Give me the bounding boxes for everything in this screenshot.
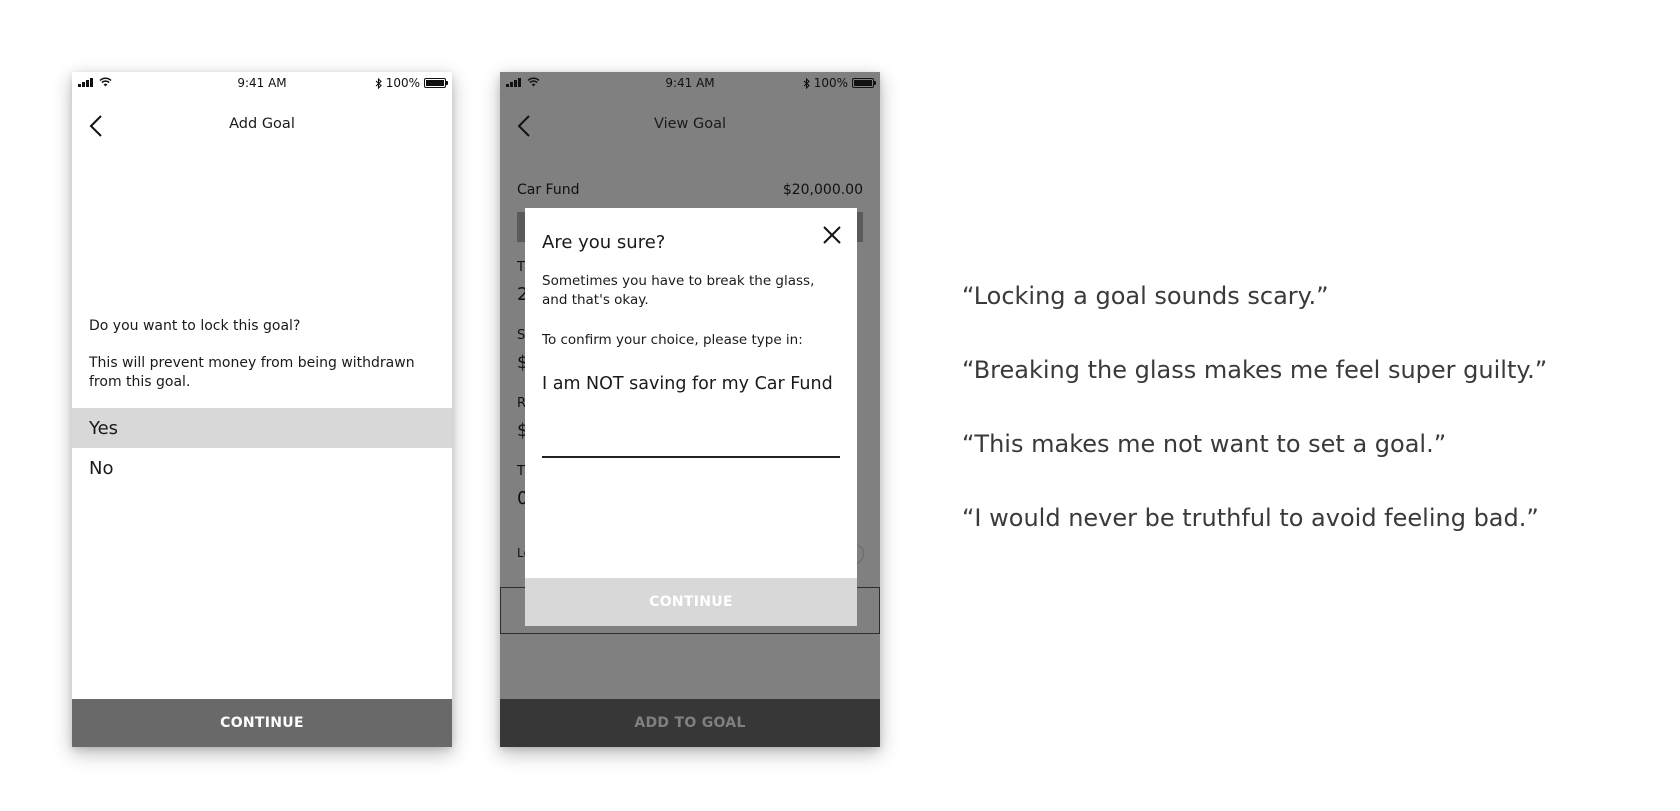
dialog-title: Are you sure?: [542, 232, 666, 253]
dialog-message: Sometimes you have to break the glass, a…: [542, 273, 815, 308]
lock-description: This will prevent money from being withd…: [89, 355, 415, 390]
status-bar: 9:41 AM 100%: [500, 72, 880, 94]
bg-text-fragment: T: [517, 260, 525, 275]
user-quote: “Locking a goal sounds scary.”: [962, 282, 1329, 310]
user-quote: “Breaking the glass makes me feel super …: [962, 356, 1548, 384]
confirm-phrase: I am NOT saving for my Car Fund: [542, 374, 833, 394]
nav-bar: Add Goal: [72, 102, 452, 150]
goal-name: Car Fund: [517, 182, 580, 198]
bluetooth-icon: [803, 77, 810, 89]
user-quote: “This makes me not want to set a goal.”: [962, 430, 1447, 458]
confirm-input[interactable]: [542, 420, 840, 458]
lock-question: Do you want to lock this goal?: [89, 318, 301, 334]
option-yes[interactable]: Yes: [72, 408, 452, 448]
option-no[interactable]: No: [72, 448, 452, 488]
goal-amount: $20,000.00: [782, 182, 863, 198]
user-quotes: “Locking a goal sounds scary.” “Breaking…: [962, 282, 1547, 578]
battery-icon: [852, 78, 876, 88]
bluetooth-icon: [375, 77, 382, 89]
confirm-dialog: Are you sure? Sometimes you have to brea…: [525, 208, 857, 626]
page-title: Add Goal: [229, 116, 295, 132]
bg-text-fragment: T: [517, 464, 525, 479]
page-title: View Goal: [653, 116, 727, 132]
close-icon[interactable]: [821, 224, 843, 246]
add-goal-screen: 9:41 AM 100% Add Goal Do you want to loc…: [72, 72, 452, 747]
battery-percent: 100%: [385, 76, 420, 90]
continue-button[interactable]: CONTINUE: [72, 699, 452, 747]
user-quote: “I would never be truthful to avoid feel…: [962, 504, 1539, 532]
goal-summary-row: Car Fund $20,000.00: [517, 182, 863, 198]
battery-percent: 100%: [813, 76, 848, 90]
nav-bar: View Goal: [500, 102, 880, 150]
add-to-goal-button[interactable]: ADD TO GOAL: [500, 699, 880, 747]
status-bar: 9:41 AM 100%: [72, 72, 452, 94]
dialog-continue-button[interactable]: CONTINUE: [525, 578, 857, 626]
confirm-prompt: To confirm your choice, please type in:: [542, 332, 803, 348]
battery-icon: [424, 78, 448, 88]
